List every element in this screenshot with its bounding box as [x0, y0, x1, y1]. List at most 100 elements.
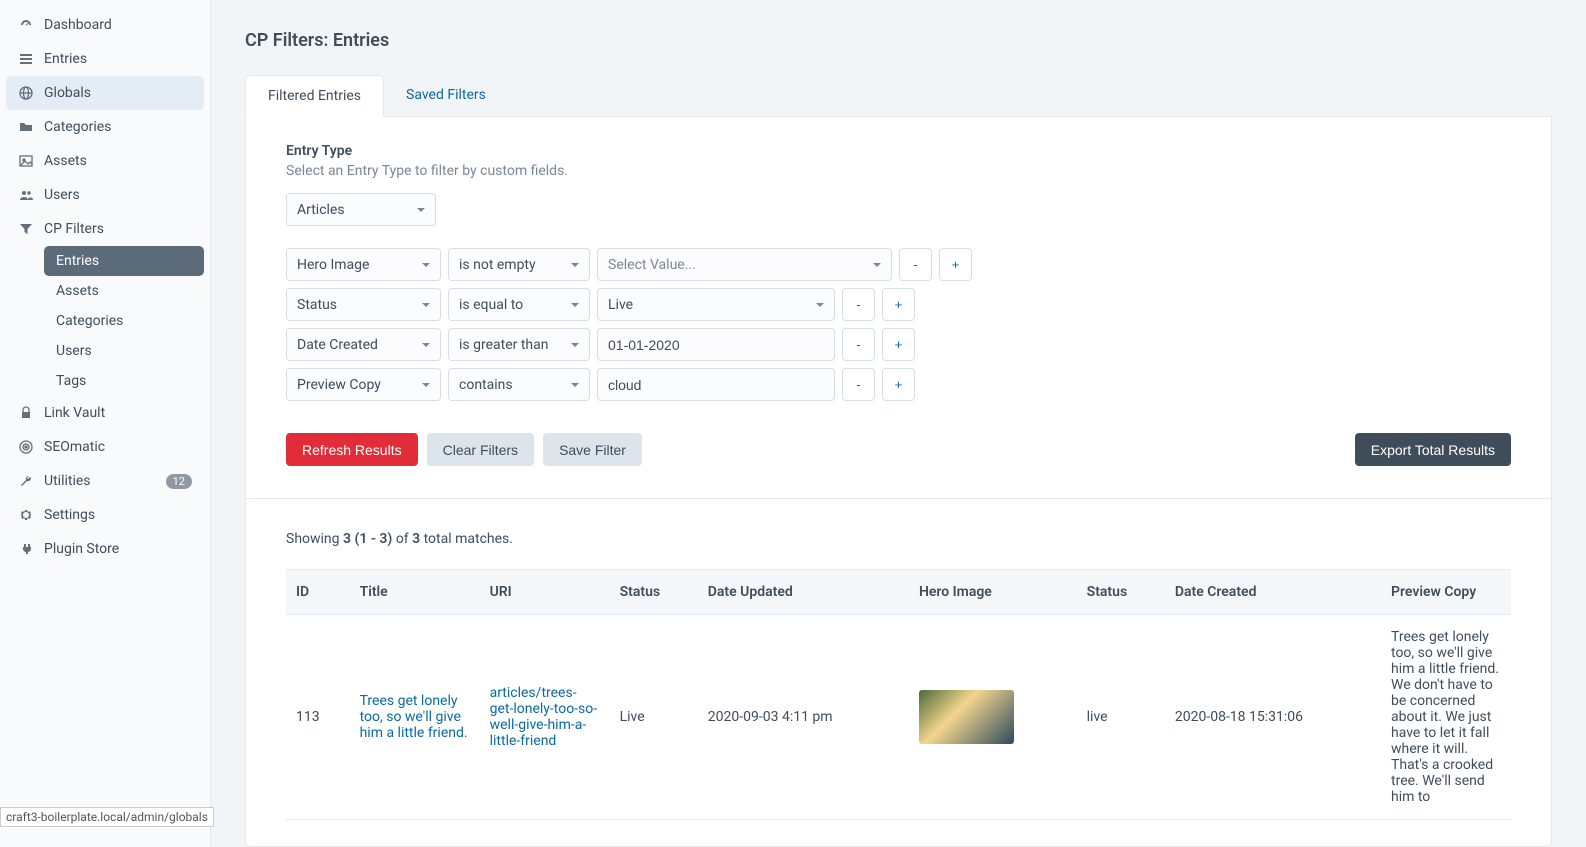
sidebar-item-assets[interactable]: Assets — [6, 144, 204, 178]
filter-op-select[interactable]: is equal to — [448, 288, 590, 321]
sidebar-item-utilities[interactable]: Utilities 12 — [6, 464, 204, 498]
sidebar-sub-users[interactable]: Users — [44, 336, 204, 366]
filter-icon — [18, 221, 34, 237]
sidebar-item-label: CP Filters — [44, 221, 104, 237]
th-preview-copy: Preview Copy — [1381, 570, 1511, 615]
list-icon — [18, 51, 34, 67]
filter-field-select[interactable]: Status — [286, 288, 441, 321]
th-hero-image: Hero Image — [909, 570, 1077, 615]
cell-date-created: 2020-08-18 15:31:06 — [1165, 615, 1381, 820]
filter-value-select[interactable]: Live — [597, 288, 835, 321]
filter-row-3: Preview Copy contains - + — [286, 368, 1511, 401]
sidebar-item-globals[interactable]: Globals — [6, 76, 204, 110]
thumbnail — [919, 690, 1014, 744]
sidebar-item-label: Globals — [44, 85, 91, 101]
filter-value-select[interactable]: Select Value... — [597, 248, 892, 281]
entry-type-title: Entry Type — [286, 143, 1511, 159]
filter-value-input[interactable] — [597, 368, 835, 401]
users-icon — [18, 187, 34, 203]
filter-field-select[interactable]: Preview Copy — [286, 368, 441, 401]
th-status2: Status — [1077, 570, 1165, 615]
divider — [246, 498, 1551, 499]
sidebar: Dashboard Entries Globals Categories Ass… — [0, 0, 211, 847]
cell-status: Live — [610, 615, 698, 820]
entry-type-desc: Select an Entry Type to filter by custom… — [286, 163, 1511, 179]
table-row: 113 Trees get lonely too, so we'll give … — [286, 615, 1511, 820]
filter-op-select[interactable]: is not empty — [448, 248, 590, 281]
utilities-badge: 12 — [166, 474, 192, 489]
uri-link[interactable]: articles/trees-get-lonely-too-so-well-gi… — [490, 685, 598, 749]
title-link[interactable]: Trees get lonely too, so we'll give him … — [360, 693, 468, 741]
sidebar-sub-cp-filters: Entries Assets Categories Users Tags — [6, 246, 204, 396]
cell-hero-image — [909, 615, 1077, 820]
sidebar-item-settings[interactable]: Settings — [6, 498, 204, 532]
clear-button[interactable]: Clear Filters — [427, 433, 534, 466]
sidebar-item-link-vault[interactable]: Link Vault — [6, 396, 204, 430]
refresh-button[interactable]: Refresh Results — [286, 433, 418, 466]
filter-add-button[interactable]: + — [882, 328, 915, 361]
results-summary: Showing 3 (1 - 3) of 3 total matches. — [286, 531, 1511, 547]
th-uri: URI — [480, 570, 610, 615]
sidebar-sub-tags[interactable]: Tags — [44, 366, 204, 396]
plug-icon — [18, 541, 34, 557]
save-button[interactable]: Save Filter — [543, 433, 642, 466]
cell-id: 113 — [286, 615, 350, 820]
sidebar-item-seomatic[interactable]: SEOmatic — [6, 430, 204, 464]
sidebar-item-entries[interactable]: Entries — [6, 42, 204, 76]
sidebar-item-cp-filters[interactable]: CP Filters — [6, 212, 204, 246]
sidebar-item-label: Link Vault — [44, 405, 105, 421]
th-title: Title — [350, 570, 480, 615]
cell-preview-copy: Trees get lonely too, so we'll give him … — [1381, 615, 1511, 820]
filter-row-2: Date Created is greater than - + — [286, 328, 1511, 361]
button-row: Refresh Results Clear Filters Save Filte… — [286, 433, 1511, 466]
filter-op-select[interactable]: is greater than — [448, 328, 590, 361]
lock-icon — [18, 405, 34, 421]
globe-icon — [18, 85, 34, 101]
gear-icon — [18, 507, 34, 523]
cell-date-updated: 2020-09-03 4:11 pm — [698, 615, 909, 820]
sidebar-sub-entries[interactable]: Entries — [44, 246, 204, 276]
th-status: Status — [610, 570, 698, 615]
th-id: ID — [286, 570, 350, 615]
filter-add-button[interactable]: + — [939, 248, 972, 281]
sidebar-sub-categories[interactable]: Categories — [44, 306, 204, 336]
folder-icon — [18, 119, 34, 135]
sidebar-item-categories[interactable]: Categories — [6, 110, 204, 144]
bullseye-icon — [18, 439, 34, 455]
filter-add-button[interactable]: + — [882, 368, 915, 401]
results-table: ID Title URI Status Date Updated Hero Im… — [286, 569, 1511, 820]
th-date-updated: Date Updated — [698, 570, 909, 615]
cell-status2: live — [1077, 615, 1165, 820]
filter-op-select[interactable]: contains — [448, 368, 590, 401]
sidebar-item-plugin-store[interactable]: Plugin Store — [6, 532, 204, 566]
cell-uri: articles/trees-get-lonely-too-so-well-gi… — [480, 615, 610, 820]
th-date-created: Date Created — [1165, 570, 1381, 615]
filter-remove-button[interactable]: - — [842, 288, 875, 321]
image-icon — [18, 153, 34, 169]
gauge-icon — [18, 17, 34, 33]
tab-saved-filters[interactable]: Saved Filters — [384, 75, 508, 116]
tabs: Filtered Entries Saved Filters — [245, 75, 1552, 117]
filter-field-select[interactable]: Date Created — [286, 328, 441, 361]
sidebar-item-label: Utilities — [44, 473, 91, 489]
sidebar-item-label: Plugin Store — [44, 541, 119, 557]
filter-remove-button[interactable]: - — [842, 368, 875, 401]
sidebar-item-dashboard[interactable]: Dashboard — [6, 8, 204, 42]
filter-row-0: Hero Image is not empty Select Value... … — [286, 248, 1511, 281]
page-title: CP Filters: Entries — [245, 0, 1552, 75]
sidebar-item-label: SEOmatic — [44, 439, 105, 455]
entry-type-select[interactable]: Articles — [286, 193, 436, 226]
main-content: CP Filters: Entries Filtered Entries Sav… — [211, 0, 1586, 847]
filter-remove-button[interactable]: - — [899, 248, 932, 281]
filter-remove-button[interactable]: - — [842, 328, 875, 361]
tab-filtered-entries[interactable]: Filtered Entries — [245, 75, 384, 117]
sidebar-item-users[interactable]: Users — [6, 178, 204, 212]
wrench-icon — [18, 473, 34, 489]
filter-value-input[interactable] — [597, 328, 835, 361]
export-button[interactable]: Export Total Results — [1355, 433, 1511, 466]
filter-field-select[interactable]: Hero Image — [286, 248, 441, 281]
cell-title: Trees get lonely too, so we'll give him … — [350, 615, 480, 820]
sidebar-sub-assets[interactable]: Assets — [44, 276, 204, 306]
sidebar-item-label: Users — [44, 187, 80, 203]
filter-add-button[interactable]: + — [882, 288, 915, 321]
